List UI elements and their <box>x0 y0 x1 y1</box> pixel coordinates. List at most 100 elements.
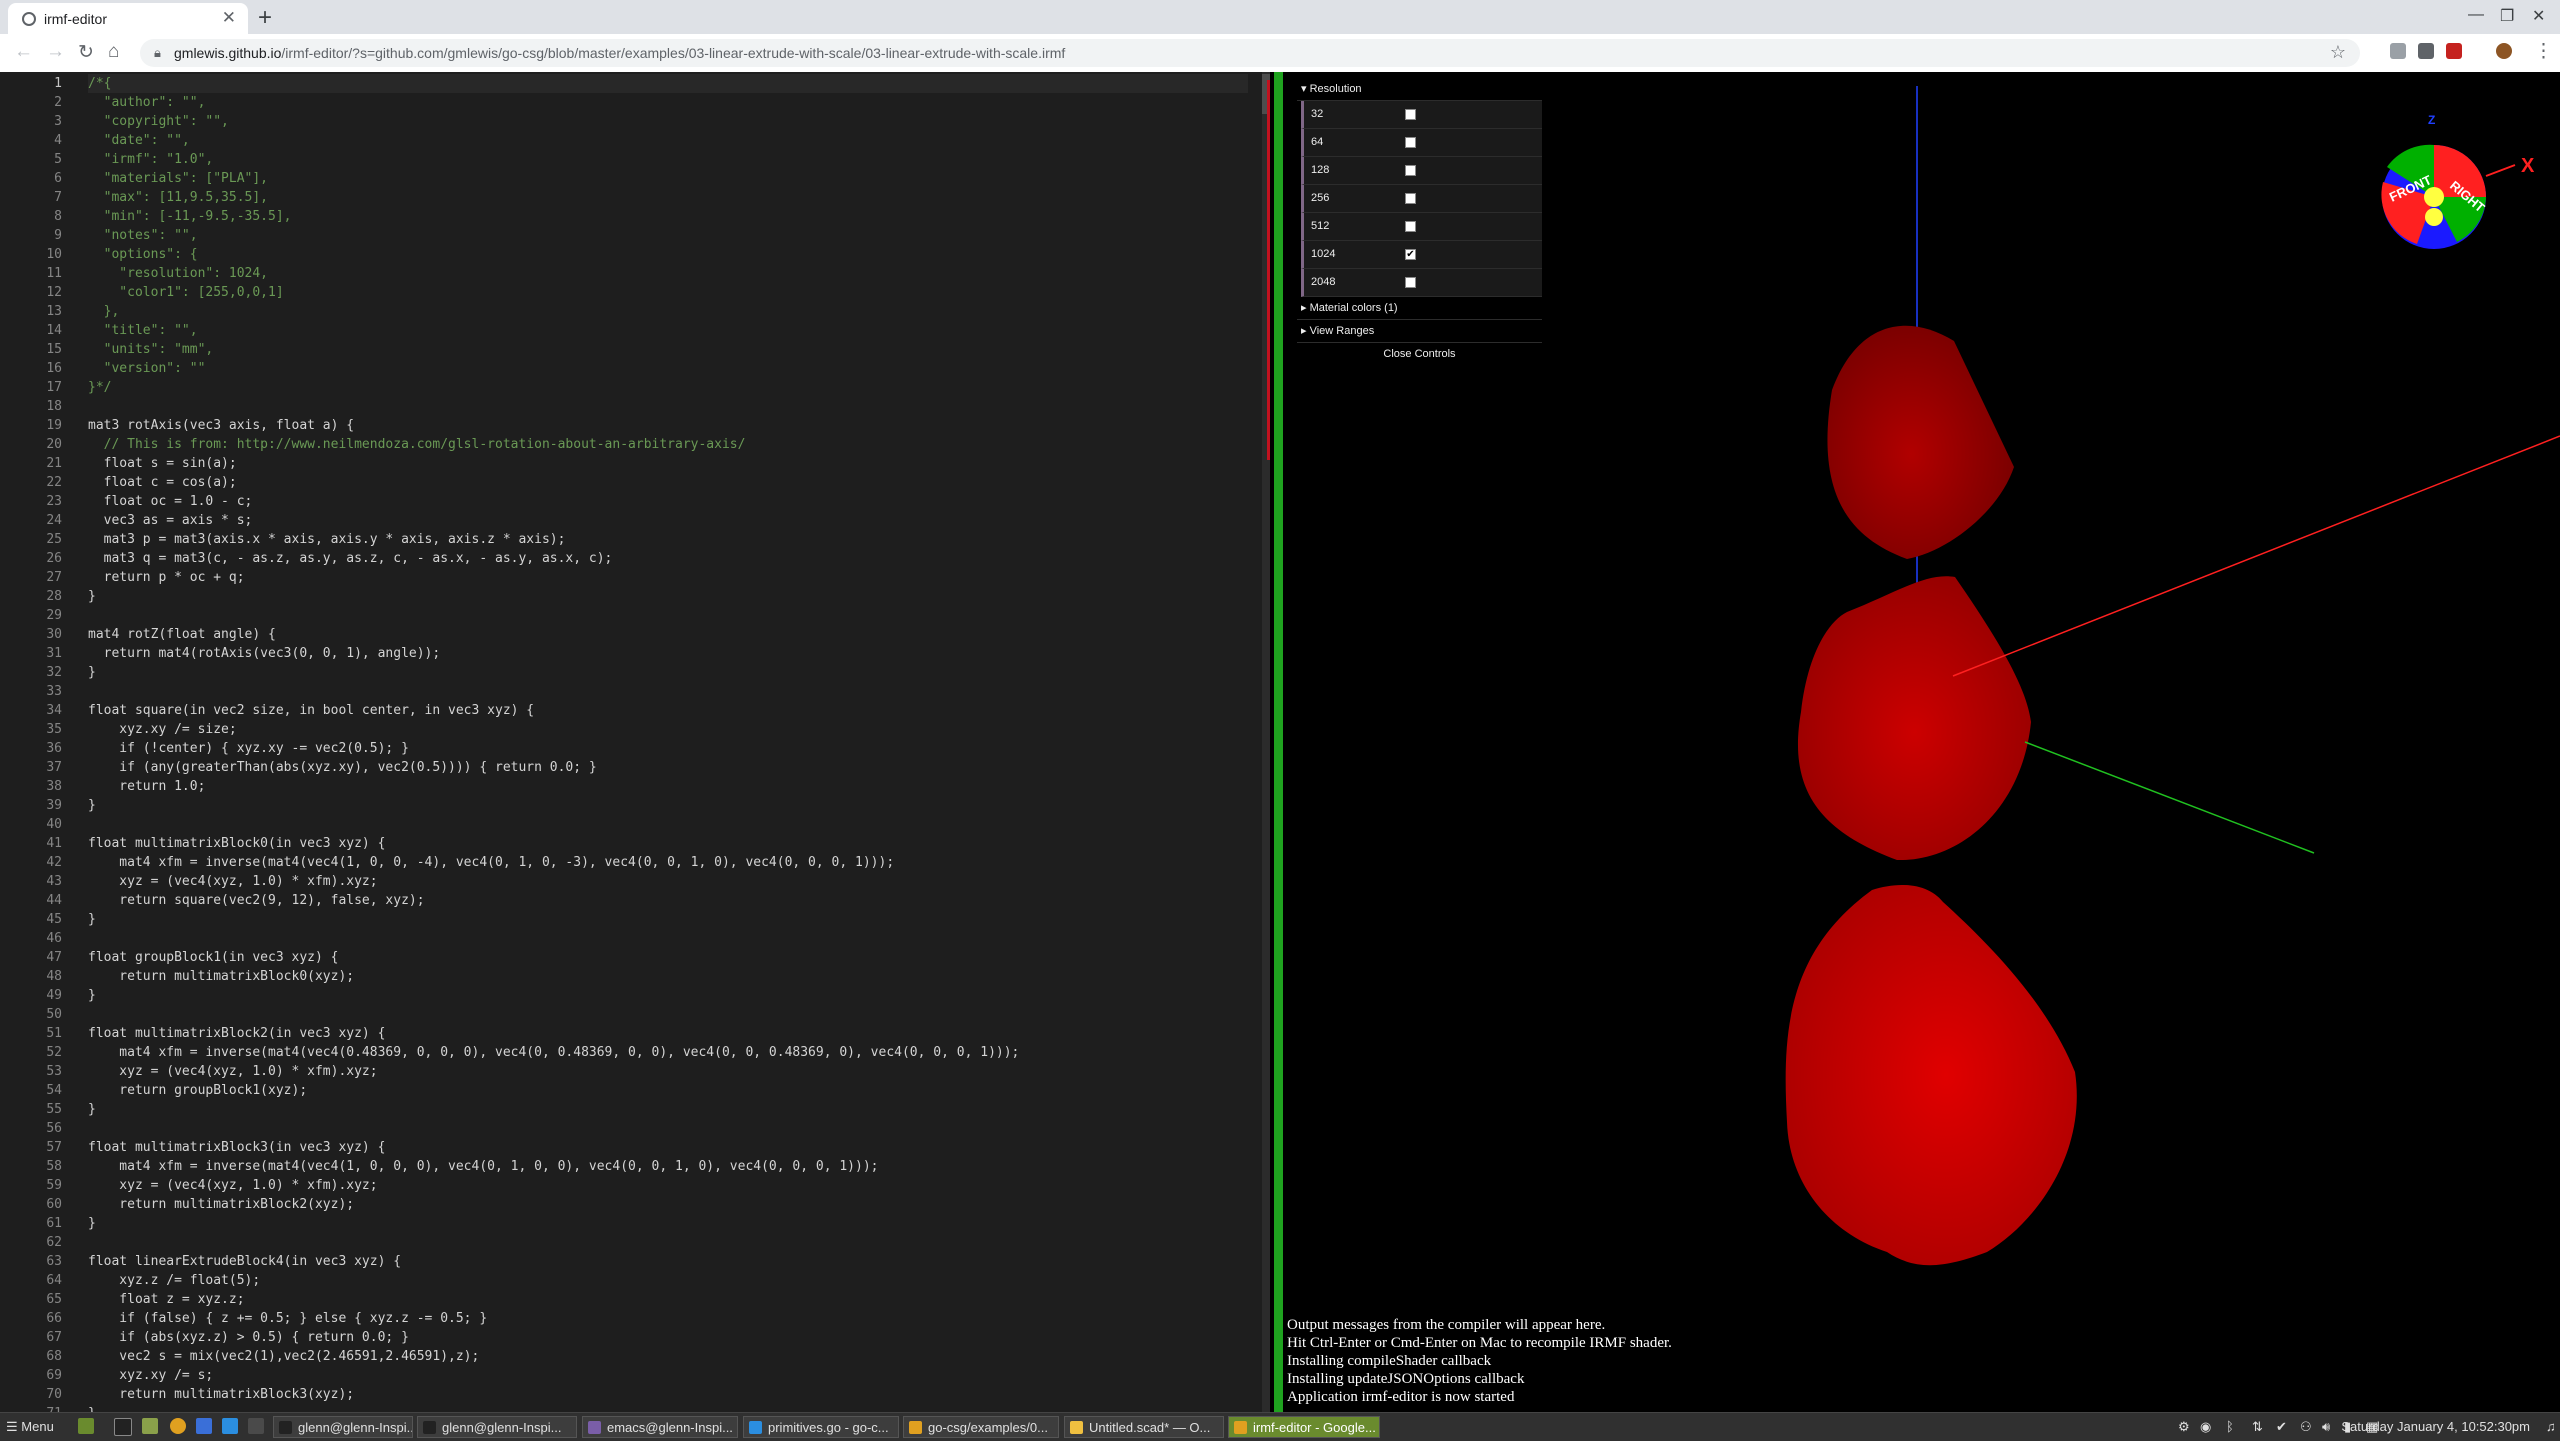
code-line[interactable]: return groupBlock1(xyz); <box>88 1081 307 1100</box>
extension-icon[interactable] <box>2446 43 2462 59</box>
code-line[interactable]: "min": [-11,-9.5,-35.5], <box>88 207 292 226</box>
code-line[interactable]: "color1": [255,0,0,1] <box>88 283 283 302</box>
code-line[interactable]: return p * oc + q; <box>88 568 245 587</box>
close-window-button[interactable]: ✕ <box>2532 6 2545 26</box>
code-line[interactable]: } <box>88 663 96 682</box>
code-line[interactable]: "title": "", <box>88 321 198 340</box>
new-tab-button[interactable]: + <box>258 4 272 32</box>
taskbar-window-button[interactable]: glenn@glenn-Inspi... <box>417 1416 577 1438</box>
resolution-option-32[interactable]: 32 <box>1301 101 1542 129</box>
taskbar-window-button[interactable]: Untitled.scad* — O... <box>1064 1416 1224 1438</box>
maximize-button[interactable]: ❐ <box>2500 6 2514 26</box>
code-line[interactable]: float oc = 1.0 - c; <box>88 492 253 511</box>
code-line[interactable]: return multimatrixBlock0(xyz); <box>88 967 354 986</box>
code-line[interactable]: "copyright": "", <box>88 112 229 131</box>
material-colors-folder[interactable]: ▸ Material colors (1) <box>1297 297 1542 320</box>
app-launcher-icon[interactable] <box>196 1418 212 1434</box>
code-line[interactable]: "author": "", <box>88 93 206 112</box>
reload-button[interactable]: ↻ <box>78 41 94 64</box>
code-line[interactable]: if (any(greaterThan(abs(xyz.xy), vec2(0.… <box>88 758 596 777</box>
split-divider[interactable] <box>1270 72 1287 1412</box>
volume-icon[interactable]: 🔊︎ <box>2322 1419 2330 1435</box>
resolution-option-128[interactable]: 128 <box>1301 157 1542 185</box>
extension-icon[interactable] <box>2390 43 2406 59</box>
orientation-gizmo[interactable]: FRONT RIGHT X Z <box>2381 113 2535 249</box>
resolution-option-256[interactable]: 256 <box>1301 185 1542 213</box>
code-line[interactable]: } <box>88 1100 96 1119</box>
code-line[interactable]: }*/ <box>88 378 111 397</box>
code-line[interactable]: float s = sin(a); <box>88 454 237 473</box>
resolution-option-1024[interactable]: 1024 ✔ <box>1301 241 1542 269</box>
view-ranges-folder[interactable]: ▸ View Ranges <box>1297 320 1542 343</box>
file-manager-icon[interactable] <box>142 1418 158 1434</box>
extension-icon[interactable] <box>2418 43 2434 59</box>
start-menu-button[interactable]: ☰ Menu <box>6 1419 54 1435</box>
resolution-checkbox[interactable] <box>1405 165 1416 176</box>
code-line[interactable]: if (false) { z += 0.5; } else { xyz.z -=… <box>88 1309 487 1328</box>
code-line[interactable]: "units": "mm", <box>88 340 214 359</box>
show-desktop-icon[interactable] <box>78 1418 94 1434</box>
code-line[interactable]: } <box>88 796 96 815</box>
terminal-launcher-icon[interactable] <box>114 1418 132 1436</box>
network-icon[interactable]: ⇅ <box>2252 1419 2263 1435</box>
code-line[interactable]: mat4 xfm = inverse(mat4(vec4(1, 0, 0, 0)… <box>88 1157 878 1176</box>
taskbar-window-button[interactable]: irmf-editor - Google... <box>1228 1416 1380 1438</box>
forward-button[interactable]: → <box>46 41 65 63</box>
code-line[interactable]: "options": { <box>88 245 198 264</box>
resolution-option-2048[interactable]: 2048 <box>1301 269 1542 297</box>
code-line[interactable]: float multimatrixBlock0(in vec3 xyz) { <box>88 834 385 853</box>
code-line[interactable]: float c = cos(a); <box>88 473 237 492</box>
code-line[interactable]: /*{ <box>88 74 1248 93</box>
close-tab-icon[interactable]: ✕ <box>222 8 236 28</box>
code-line[interactable]: return 1.0; <box>88 777 205 796</box>
bluetooth-icon[interactable]: ᛒ <box>2226 1419 2234 1434</box>
code-line[interactable]: mat4 xfm = inverse(mat4(vec4(0.48369, 0,… <box>88 1043 1019 1062</box>
bookmark-star-icon[interactable]: ☆ <box>2330 42 2346 63</box>
divider-handle[interactable] <box>1274 72 1283 1412</box>
chrome-launcher-icon[interactable] <box>170 1418 186 1434</box>
resolution-checkbox[interactable] <box>1405 193 1416 204</box>
address-bar[interactable]: 🔒︎ gmlewis.github.io/irmf-editor/?s=gith… <box>140 39 2360 67</box>
code-line[interactable]: xyz.xy /= s; <box>88 1366 213 1385</box>
clock[interactable]: Saturday January 4, 10:52:30pm <box>2341 1419 2530 1434</box>
render-viewport[interactable]: FRONT RIGHT X Z ▾ Resolution 32 64 128 256 5… <box>1287 72 2560 1412</box>
resolution-option-512[interactable]: 512 <box>1301 213 1542 241</box>
code-line[interactable]: "materials": ["PLA"], <box>88 169 268 188</box>
taskbar-window-button[interactable]: emacs@glenn-Inspi... <box>582 1416 738 1438</box>
code-line[interactable]: mat3 p = mat3(axis.x * axis, axis.y * ax… <box>88 530 566 549</box>
resolution-checkbox[interactable] <box>1405 221 1416 232</box>
code-line[interactable]: xyz = (vec4(xyz, 1.0) * xfm).xyz; <box>88 872 377 891</box>
vscode-launcher-icon[interactable] <box>222 1418 238 1434</box>
code-line[interactable]: float linearExtrudeBlock4(in vec3 xyz) { <box>88 1252 401 1271</box>
code-line[interactable]: } <box>88 1214 96 1233</box>
code-line[interactable]: if (abs(xyz.z) > 0.5) { return 0.0; } <box>88 1328 409 1347</box>
code-line[interactable]: xyz = (vec4(xyz, 1.0) * xfm).xyz; <box>88 1176 377 1195</box>
minimize-button[interactable]: — <box>2468 6 2484 24</box>
code-line[interactable]: xyz.xy /= size; <box>88 720 236 739</box>
resolution-option-64[interactable]: 64 <box>1301 129 1542 157</box>
browser-tab[interactable]: irmf-editor ✕ <box>8 3 248 34</box>
code-line[interactable]: "version": "" <box>88 359 206 378</box>
code-line[interactable]: float multimatrixBlock2(in vec3 xyz) { <box>88 1024 385 1043</box>
browser-menu-icon[interactable]: ⋮ <box>2534 40 2553 63</box>
profile-avatar[interactable] <box>2496 43 2512 59</box>
code-line[interactable]: float square(in vec2 size, in bool cente… <box>88 701 534 720</box>
code-line[interactable]: mat3 q = mat3(c, - as.z, as.y, as.z, c, … <box>88 549 613 568</box>
code-line[interactable]: } <box>88 986 96 1005</box>
resolution-checkbox[interactable]: ✔ <box>1405 249 1416 260</box>
close-controls-button[interactable]: Close Controls <box>1297 343 1542 365</box>
code-line[interactable]: vec3 as = axis * s; <box>88 511 253 530</box>
code-line[interactable]: float z = xyz.z; <box>88 1290 244 1309</box>
code-line[interactable]: mat4 xfm = inverse(mat4(vec4(1, 0, 0, -4… <box>88 853 894 872</box>
home-button[interactable]: ⌂ <box>108 41 119 63</box>
resolution-checkbox[interactable] <box>1405 277 1416 288</box>
users-icon[interactable]: ⚇ <box>2300 1419 2312 1435</box>
notifications-icon[interactable]: ♫ <box>2546 1419 2556 1434</box>
code-line[interactable]: // This is from: http://www.neilmendoza.… <box>88 435 746 454</box>
resolution-checkbox[interactable] <box>1405 109 1416 120</box>
taskbar-window-button[interactable]: primitives.go - go-c... <box>743 1416 899 1438</box>
taskbar-window-button[interactable]: glenn@glenn-Inspi... <box>273 1416 413 1438</box>
code-line[interactable]: "notes": "", <box>88 226 198 245</box>
code-line[interactable]: "max": [11,9.5,35.5], <box>88 188 268 207</box>
tray-icon[interactable]: ⚙︎ <box>2178 1419 2190 1435</box>
